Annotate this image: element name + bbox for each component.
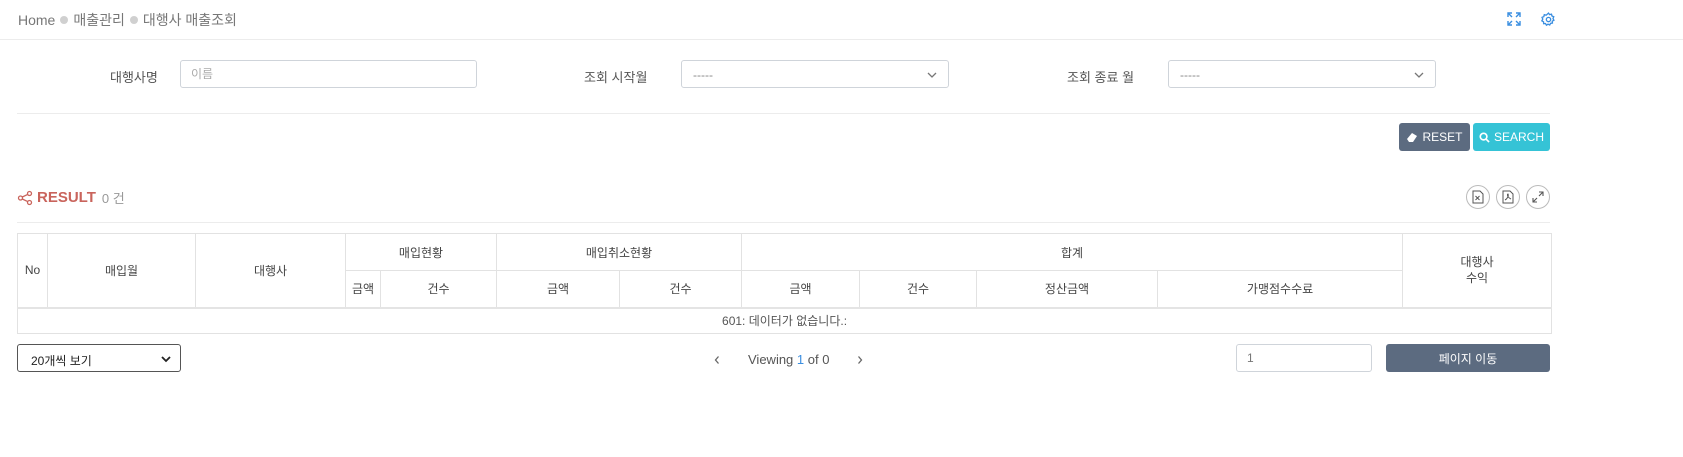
col-purchase-month[interactable]: 매입월 [47, 233, 196, 308]
chevron-down-icon [161, 356, 171, 363]
excel-export-icon[interactable] [1466, 185, 1490, 209]
share-icon [17, 190, 33, 205]
page-size-value: 20개씩 보기 [31, 354, 92, 368]
end-month-select[interactable]: ----- [1168, 60, 1436, 88]
result-header: RESULT 0 건 [17, 188, 125, 207]
col-settlement-amount[interactable]: 정산금액 [976, 270, 1159, 308]
table-header-row: No 매입월 대행사 매입현황 매입취소현황 합계 대행사 수익 [17, 233, 1553, 308]
end-month-label: 조회 종료 월 [1067, 70, 1135, 85]
breadcrumb: Home 매출관리 대행사 매출조회 [18, 10, 237, 30]
page-size-select[interactable]: 20개씩 보기 [17, 344, 181, 372]
breadcrumb-separator-icon [129, 16, 138, 24]
top-toolbar [1505, 10, 1557, 28]
next-page-icon[interactable] [853, 353, 867, 367]
prev-page-icon[interactable] [710, 353, 724, 367]
empty-message: 601: 데이터가 없습니다.: [16, 306, 1553, 334]
col-cancel-count[interactable]: 건수 [619, 270, 743, 308]
start-month-select[interactable]: ----- [681, 60, 949, 88]
group-total: 합계 [741, 233, 1404, 271]
start-month-value: ----- [693, 68, 713, 82]
viewing-total: of 0 [807, 352, 830, 367]
col-agency-profit[interactable]: 대행사 수익 [1402, 233, 1553, 308]
table-row: 601: 데이터가 없습니다.: [16, 306, 1553, 334]
col-total-amount[interactable]: 금액 [741, 270, 861, 308]
goto-page-input[interactable] [1236, 344, 1372, 372]
breadcrumb-sales-management[interactable]: 매출관리 [73, 10, 125, 30]
fullscreen-icon[interactable] [1505, 10, 1523, 28]
top-bar: Home 매출관리 대행사 매출조회 [0, 0, 1683, 40]
reset-button[interactable]: RESET [1399, 123, 1470, 151]
sales-table: No 매입월 대행사 매입현황 매입취소현황 합계 대행사 수익 금액 건수 금… [16, 233, 1553, 334]
col-purchase-count[interactable]: 건수 [379, 270, 498, 308]
result-divider [17, 222, 1550, 223]
breadcrumb-home[interactable]: Home [18, 12, 55, 28]
group-purchase-status: 매입현황 [344, 233, 498, 271]
eraser-icon [1407, 133, 1418, 142]
col-no[interactable]: No [17, 233, 48, 308]
col-total-count[interactable]: 건수 [859, 270, 978, 308]
goto-page-button[interactable]: 페이지 이동 [1386, 344, 1550, 372]
search-button-label: SEARCH [1493, 130, 1544, 144]
search-button[interactable]: SEARCH [1473, 123, 1550, 151]
page: Home 매출관리 대행사 매출조회 대행사명 조회 시작월 ----- [0, 0, 1683, 457]
end-month-value: ----- [1180, 68, 1200, 82]
viewing-current-page: 1 [796, 352, 805, 367]
agency-name-input[interactable] [180, 60, 477, 88]
result-tools [1466, 185, 1550, 209]
group-cancel-status: 매입취소현황 [496, 233, 743, 271]
col-cancel-amount[interactable]: 금액 [496, 270, 621, 308]
chevron-down-icon [927, 72, 937, 78]
pdf-export-icon[interactable] [1496, 185, 1520, 209]
col-purchase-amount[interactable]: 금액 [345, 270, 381, 308]
col-agency[interactable]: 대행사 [195, 233, 346, 308]
chevron-down-icon [1414, 72, 1424, 78]
start-month-label: 조회 시작월 [584, 70, 648, 85]
expand-icon[interactable] [1526, 185, 1550, 209]
pagination: Viewing 1 of 0 [710, 352, 867, 367]
viewing-text: Viewing 1 of 0 [748, 352, 829, 367]
breadcrumb-separator-icon [60, 16, 69, 24]
reset-button-label: RESET [1422, 130, 1463, 144]
viewing-prefix: Viewing [748, 352, 794, 367]
agency-name-label: 대행사명 [110, 70, 158, 85]
col-merchant-fee[interactable]: 가맹점수수료 [1157, 270, 1404, 308]
filter-divider [17, 113, 1550, 114]
search-icon [1479, 131, 1490, 143]
breadcrumb-agency-sales: 대행사 매출조회 [142, 12, 237, 28]
result-title: RESULT [37, 189, 96, 206]
gear-icon[interactable] [1539, 10, 1557, 28]
result-count: 0 건 [101, 191, 125, 206]
